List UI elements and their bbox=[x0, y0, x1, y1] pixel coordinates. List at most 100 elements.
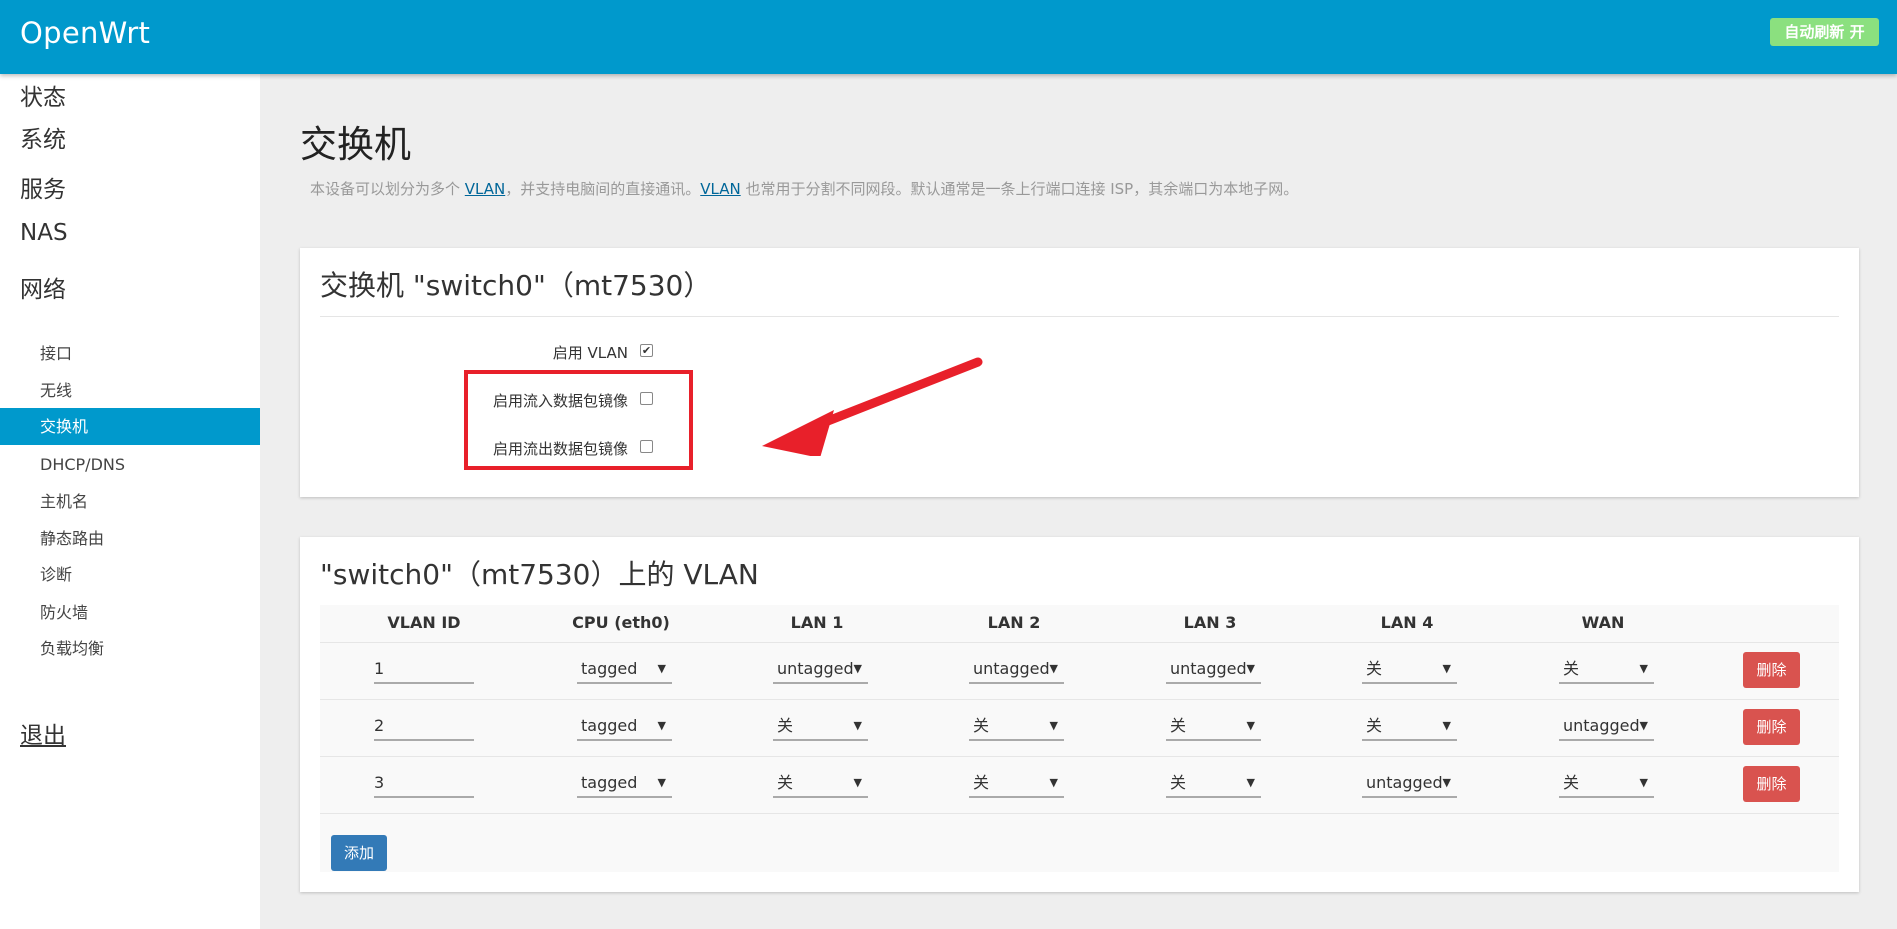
port-value: tagged bbox=[581, 716, 638, 735]
port-value: 关 bbox=[1366, 716, 1383, 735]
menu-network[interactable]: 网络 bbox=[20, 270, 66, 304]
port-value: 关 bbox=[1366, 659, 1383, 678]
caret-down-icon: ▼ bbox=[1246, 662, 1255, 675]
column-header: LAN 1 bbox=[790, 613, 844, 632]
port-value: 关 bbox=[1170, 773, 1187, 792]
row-divider bbox=[320, 813, 1839, 814]
port-select[interactable]: untagged ▼ bbox=[1559, 713, 1654, 741]
port-value: 关 bbox=[1170, 716, 1187, 735]
port-value: untagged bbox=[973, 659, 1050, 678]
port-select[interactable]: 关 ▼ bbox=[1362, 713, 1457, 741]
port-value: untagged bbox=[1170, 659, 1247, 678]
port-select[interactable]: tagged ▼ bbox=[577, 656, 672, 684]
port-select[interactable]: 关 ▼ bbox=[1362, 656, 1457, 684]
brand-logo[interactable]: OpenWrt bbox=[20, 16, 150, 50]
port-value: 关 bbox=[777, 716, 794, 735]
menu-status[interactable]: 状态 bbox=[20, 78, 66, 112]
delete-button[interactable]: 删除 bbox=[1743, 766, 1800, 802]
divider bbox=[320, 316, 1839, 317]
caret-down-icon: ▼ bbox=[1442, 662, 1451, 675]
vlan-id-input[interactable]: 2 bbox=[374, 713, 474, 741]
port-select[interactable]: 关 ▼ bbox=[969, 770, 1064, 798]
row-divider bbox=[320, 756, 1839, 757]
port-select[interactable]: 关 ▼ bbox=[1166, 770, 1261, 798]
sidebar-item-dhcp-dns[interactable]: DHCP/DNS bbox=[0, 446, 260, 483]
highlight-box bbox=[464, 370, 693, 470]
vlan-link-2[interactable]: VLAN bbox=[700, 180, 740, 198]
caret-down-icon: ▼ bbox=[657, 662, 666, 675]
caret-down-icon: ▼ bbox=[1246, 719, 1255, 732]
column-header: CPU (eth0) bbox=[572, 613, 670, 632]
column-header: LAN 4 bbox=[1380, 613, 1434, 632]
enable-vlan-checkbox[interactable]: ✔ bbox=[640, 344, 653, 357]
menu-nas[interactable]: NAS bbox=[20, 220, 68, 246]
desc-text-2: ，并支持电脑间的直接通讯。 bbox=[505, 180, 701, 198]
port-value: 关 bbox=[1563, 659, 1580, 678]
add-vlan-button[interactable]: 添加 bbox=[331, 835, 387, 871]
sidebar-item-wireless[interactable]: 无线 bbox=[0, 372, 260, 409]
port-select[interactable]: tagged ▼ bbox=[577, 770, 672, 798]
port-select[interactable]: 关 ▼ bbox=[773, 713, 868, 741]
port-value: 关 bbox=[973, 773, 990, 792]
port-value: untagged bbox=[777, 659, 854, 678]
port-select[interactable]: 关 ▼ bbox=[773, 770, 868, 798]
port-value: untagged bbox=[1563, 716, 1640, 735]
port-select[interactable]: untagged ▼ bbox=[773, 656, 868, 684]
caret-down-icon: ▼ bbox=[657, 776, 666, 789]
sidebar-item-diagnostics[interactable]: 诊断 bbox=[0, 556, 260, 593]
caret-down-icon: ▼ bbox=[1049, 662, 1058, 675]
caret-down-icon: ▼ bbox=[657, 719, 666, 732]
caret-down-icon: ▼ bbox=[1442, 776, 1451, 789]
port-value: 关 bbox=[1563, 773, 1580, 792]
switch-panel-title: 交换机 "switch0"（mt7530） bbox=[320, 269, 712, 302]
column-header: VLAN ID bbox=[387, 613, 461, 632]
sidebar-item-firewall[interactable]: 防火墙 bbox=[0, 594, 260, 631]
port-select[interactable]: tagged ▼ bbox=[577, 713, 672, 741]
page-description: 本设备可以划分为多个 VLAN，并支持电脑间的直接通讯。VLAN 也常用于分割不… bbox=[310, 178, 1298, 199]
sidebar-item-interfaces[interactable]: 接口 bbox=[0, 335, 260, 372]
sidebar-item-static-routes[interactable]: 静态路由 bbox=[0, 520, 260, 557]
logout-link[interactable]: 退出 bbox=[20, 716, 66, 750]
row-divider bbox=[320, 699, 1839, 700]
sidebar-item-hostnames[interactable]: 主机名 bbox=[0, 483, 260, 520]
port-select[interactable]: untagged ▼ bbox=[1362, 770, 1457, 798]
sidebar-item-load-balancing[interactable]: 负载均衡 bbox=[0, 630, 260, 667]
caret-down-icon: ▼ bbox=[1639, 662, 1648, 675]
column-header: LAN 2 bbox=[987, 613, 1041, 632]
caret-down-icon: ▼ bbox=[853, 776, 862, 789]
port-value: tagged bbox=[581, 773, 638, 792]
auto-refresh-toggle[interactable]: 自动刷新 开 bbox=[1770, 18, 1879, 46]
port-select[interactable]: untagged ▼ bbox=[1166, 656, 1261, 684]
desc-text-3: 也常用于分割不同网段。默认通常是一条上行端口连接 ISP，其余端口为本地子网。 bbox=[740, 180, 1299, 198]
caret-down-icon: ▼ bbox=[1049, 776, 1058, 789]
vlan-id-input[interactable]: 1 bbox=[374, 656, 474, 684]
menu-services[interactable]: 服务 bbox=[20, 170, 66, 204]
port-select[interactable]: untagged ▼ bbox=[969, 656, 1064, 684]
sidebar-item-switch[interactable]: 交换机 bbox=[0, 408, 260, 445]
caret-down-icon: ▼ bbox=[1246, 776, 1255, 789]
vlan-link-1[interactable]: VLAN bbox=[465, 180, 505, 198]
port-value: untagged bbox=[1366, 773, 1443, 792]
menu-system[interactable]: 系统 bbox=[20, 120, 66, 154]
port-value: tagged bbox=[581, 659, 638, 678]
column-header: WAN bbox=[1581, 613, 1625, 632]
caret-down-icon: ▼ bbox=[853, 719, 862, 732]
port-select[interactable]: 关 ▼ bbox=[1559, 656, 1654, 684]
annotation-arrow-icon bbox=[762, 357, 983, 456]
port-select[interactable]: 关 ▼ bbox=[1559, 770, 1654, 798]
delete-button[interactable]: 删除 bbox=[1743, 709, 1800, 745]
vlan-panel: "switch0"（mt7530）上的 VLAN VLAN ID CPU (et… bbox=[300, 537, 1859, 892]
vlan-table: VLAN ID CPU (eth0) LAN 1 LAN 2 LAN 3 LAN… bbox=[320, 605, 1839, 872]
caret-down-icon: ▼ bbox=[1442, 719, 1451, 732]
page-title: 交换机 bbox=[300, 123, 411, 166]
port-select[interactable]: 关 ▼ bbox=[969, 713, 1064, 741]
port-value: 关 bbox=[973, 716, 990, 735]
row-divider bbox=[320, 642, 1839, 643]
vlan-id-input[interactable]: 3 bbox=[374, 770, 474, 798]
vlan-panel-title: "switch0"（mt7530）上的 VLAN bbox=[320, 558, 759, 591]
delete-button[interactable]: 删除 bbox=[1743, 652, 1800, 688]
desc-text-1: 本设备可以划分为多个 bbox=[310, 180, 465, 198]
caret-down-icon: ▼ bbox=[853, 662, 862, 675]
column-header: LAN 3 bbox=[1183, 613, 1237, 632]
port-select[interactable]: 关 ▼ bbox=[1166, 713, 1261, 741]
